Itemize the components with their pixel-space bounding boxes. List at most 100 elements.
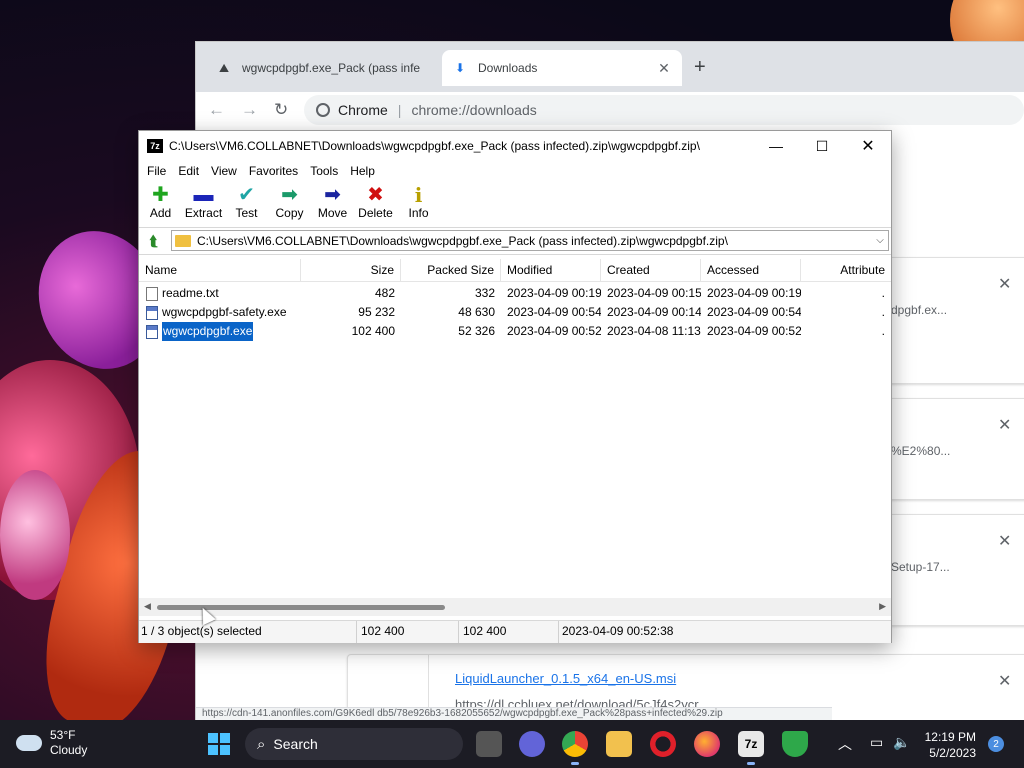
- path-text: C:\Users\VM6.COLLABNET\Downloads\wgwcpdp…: [197, 233, 728, 248]
- column-accessed[interactable]: Accessed: [701, 259, 801, 281]
- firefox-icon[interactable]: [694, 731, 720, 757]
- taskbar-search[interactable]: ⌕ Search: [245, 728, 463, 760]
- opera-icon[interactable]: [650, 731, 676, 757]
- file-explorer-icon[interactable]: [606, 731, 632, 757]
- download-name-partial[interactable]: %E2%80...: [891, 444, 950, 458]
- extract-button[interactable]: ▬ Extract: [182, 181, 225, 227]
- info-button[interactable]: i Info: [397, 181, 440, 227]
- file-size: 102 400: [351, 324, 395, 338]
- path-combobox[interactable]: C:\Users\VM6.COLLABNET\Downloads\wgwcpdp…: [171, 230, 889, 251]
- close-button[interactable]: ✕: [845, 131, 891, 161]
- file-created: 2023-04-08 11:13: [607, 324, 701, 338]
- menu-help[interactable]: Help: [344, 164, 381, 178]
- chevron-down-icon[interactable]: ⌵: [872, 235, 888, 246]
- download-name-partial[interactable]: dpgbf.ex...: [891, 303, 947, 317]
- file-name-cell: readme.txt: [139, 284, 301, 303]
- delete-label: Delete: [358, 206, 393, 220]
- menu-view[interactable]: View: [205, 164, 243, 178]
- tab-downloads[interactable]: ⬇ Downloads ✕: [442, 50, 682, 86]
- file-row[interactable]: wgwcpdpgbf-safety.exe 95 232 48 630 2023…: [139, 303, 891, 322]
- column-created[interactable]: Created: [601, 259, 701, 281]
- move-button[interactable]: ➡ Move: [311, 181, 354, 227]
- folder-icon: [175, 234, 191, 247]
- network-icon[interactable]: ▭: [870, 734, 883, 751]
- file-row[interactable]: readme.txt 482 332 2023-04-09 00:19 2023…: [139, 284, 891, 303]
- back-arrow-icon[interactable]: ←: [208, 100, 225, 120]
- forward-arrow-icon[interactable]: →: [241, 100, 258, 120]
- chevron-up-icon[interactable]: ︿: [838, 734, 852, 754]
- up-folder-icon[interactable]: ⮬: [143, 230, 165, 252]
- minimize-button[interactable]: —: [753, 131, 799, 161]
- file-name-cell: wgwcpdpgbf.exe: [139, 322, 301, 341]
- move-label: Move: [317, 206, 348, 220]
- search-icon: ⌕: [257, 735, 266, 753]
- teams-chat-icon[interactable]: [519, 731, 545, 757]
- menu-tools[interactable]: Tools: [304, 164, 344, 178]
- new-tab-button[interactable]: +: [694, 56, 706, 79]
- start-button[interactable]: [208, 733, 230, 755]
- file-accessed: 2023-04-09 00:54: [707, 305, 801, 319]
- notification-badge[interactable]: 2: [988, 736, 1004, 752]
- chrome-icon[interactable]: [562, 731, 588, 765]
- column-name[interactable]: Name: [139, 259, 301, 281]
- delete-button[interactable]: ✖ Delete: [354, 181, 397, 227]
- add-button[interactable]: ✚ Add: [139, 181, 182, 227]
- windows-logo-icon: [208, 745, 218, 755]
- file-name: wgwcpdpgbf.exe: [160, 322, 255, 341]
- remove-download-icon[interactable]: ✕: [998, 274, 1011, 294]
- download-name-partial[interactable]: Setup-17...: [891, 560, 950, 574]
- copy-icon: ➡: [281, 184, 298, 206]
- column-packed-size[interactable]: Packed Size: [401, 259, 501, 281]
- scroll-right-icon[interactable]: ▶: [879, 601, 886, 612]
- column-modified[interactable]: Modified: [501, 259, 601, 281]
- menu-file[interactable]: File: [141, 164, 172, 178]
- file-modified: 2023-04-09 00:19: [507, 286, 601, 300]
- security-shield-icon[interactable]: [782, 731, 808, 757]
- file-row-selected[interactable]: wgwcpdpgbf.exe 102 400 52 326 2023-04-09…: [139, 322, 891, 341]
- chrome-logo-icon: [316, 103, 330, 117]
- sevenzip-icon[interactable]: 7z: [738, 731, 764, 765]
- copy-label: Copy: [275, 206, 304, 220]
- copy-button[interactable]: ➡ Copy: [268, 181, 311, 227]
- search-label: Search: [273, 736, 318, 752]
- reload-icon[interactable]: ↻: [274, 100, 288, 120]
- executable-file-icon: [146, 305, 158, 320]
- sevenzip-logo-icon: 7z: [147, 139, 163, 153]
- column-size[interactable]: Size: [301, 259, 401, 281]
- task-view-icon[interactable]: [476, 731, 502, 757]
- title-bar[interactable]: 7z C:\Users\VM6.COLLABNET\Downloads\wgwc…: [139, 131, 891, 161]
- status-bar: 1 / 3 object(s) selected 102 400 102 400…: [139, 620, 891, 643]
- tab-strip: ⛰ wgwcpdpgbf.exe_Pack (pass infe ⬇ Downl…: [196, 42, 1024, 92]
- remove-download-icon[interactable]: ✕: [998, 531, 1011, 551]
- menu-bar: File Edit View Favorites Tools Help: [139, 161, 891, 181]
- executable-file-icon: [146, 324, 158, 339]
- remove-download-icon[interactable]: ✕: [998, 671, 1011, 691]
- file-accessed: 2023-04-09 00:19: [707, 286, 801, 300]
- remove-download-icon[interactable]: ✕: [998, 415, 1011, 435]
- system-clock[interactable]: 12:19 PM 5/2/2023: [920, 729, 976, 761]
- windows-logo-icon: [208, 733, 218, 743]
- maximize-button[interactable]: ☐: [799, 131, 845, 161]
- delete-icon: ✖: [367, 184, 384, 206]
- selected-packed-size: 102 400: [459, 621, 559, 643]
- test-icon: ✔: [238, 184, 255, 206]
- file-name-cell: wgwcpdpgbf-safety.exe: [139, 303, 301, 322]
- file-created: 2023-04-09 00:14: [607, 305, 701, 319]
- test-button[interactable]: ✔ Test: [225, 181, 268, 227]
- address-bar[interactable]: Chrome | chrome://downloads: [304, 95, 1024, 125]
- file-attributes: .: [881, 286, 885, 300]
- weather-widget[interactable]: 53°F Cloudy: [16, 728, 87, 758]
- menu-favorites[interactable]: Favorites: [243, 164, 304, 178]
- add-icon: ✚: [152, 184, 169, 206]
- scroll-left-icon[interactable]: ◀: [144, 601, 151, 612]
- move-icon: ➡: [324, 184, 341, 206]
- selection-count: 1 / 3 object(s) selected: [139, 621, 357, 643]
- column-attributes[interactable]: Attribute: [801, 259, 891, 281]
- close-icon[interactable]: ✕: [656, 60, 672, 77]
- horizontal-scrollbar[interactable]: ◀ ▶: [139, 598, 891, 616]
- volume-icon[interactable]: 🔈: [893, 734, 910, 751]
- tab-anonfiles[interactable]: ⛰ wgwcpdpgbf.exe_Pack (pass infe: [206, 50, 430, 86]
- taskbar: 53°F Cloudy ⌕ Search 7z ︿ ▭ 🔈 12:19 PM 5…: [0, 720, 1024, 768]
- download-file-link[interactable]: LiquidLauncher_0.1.5_x64_en-US.msi: [455, 671, 676, 686]
- menu-edit[interactable]: Edit: [172, 164, 205, 178]
